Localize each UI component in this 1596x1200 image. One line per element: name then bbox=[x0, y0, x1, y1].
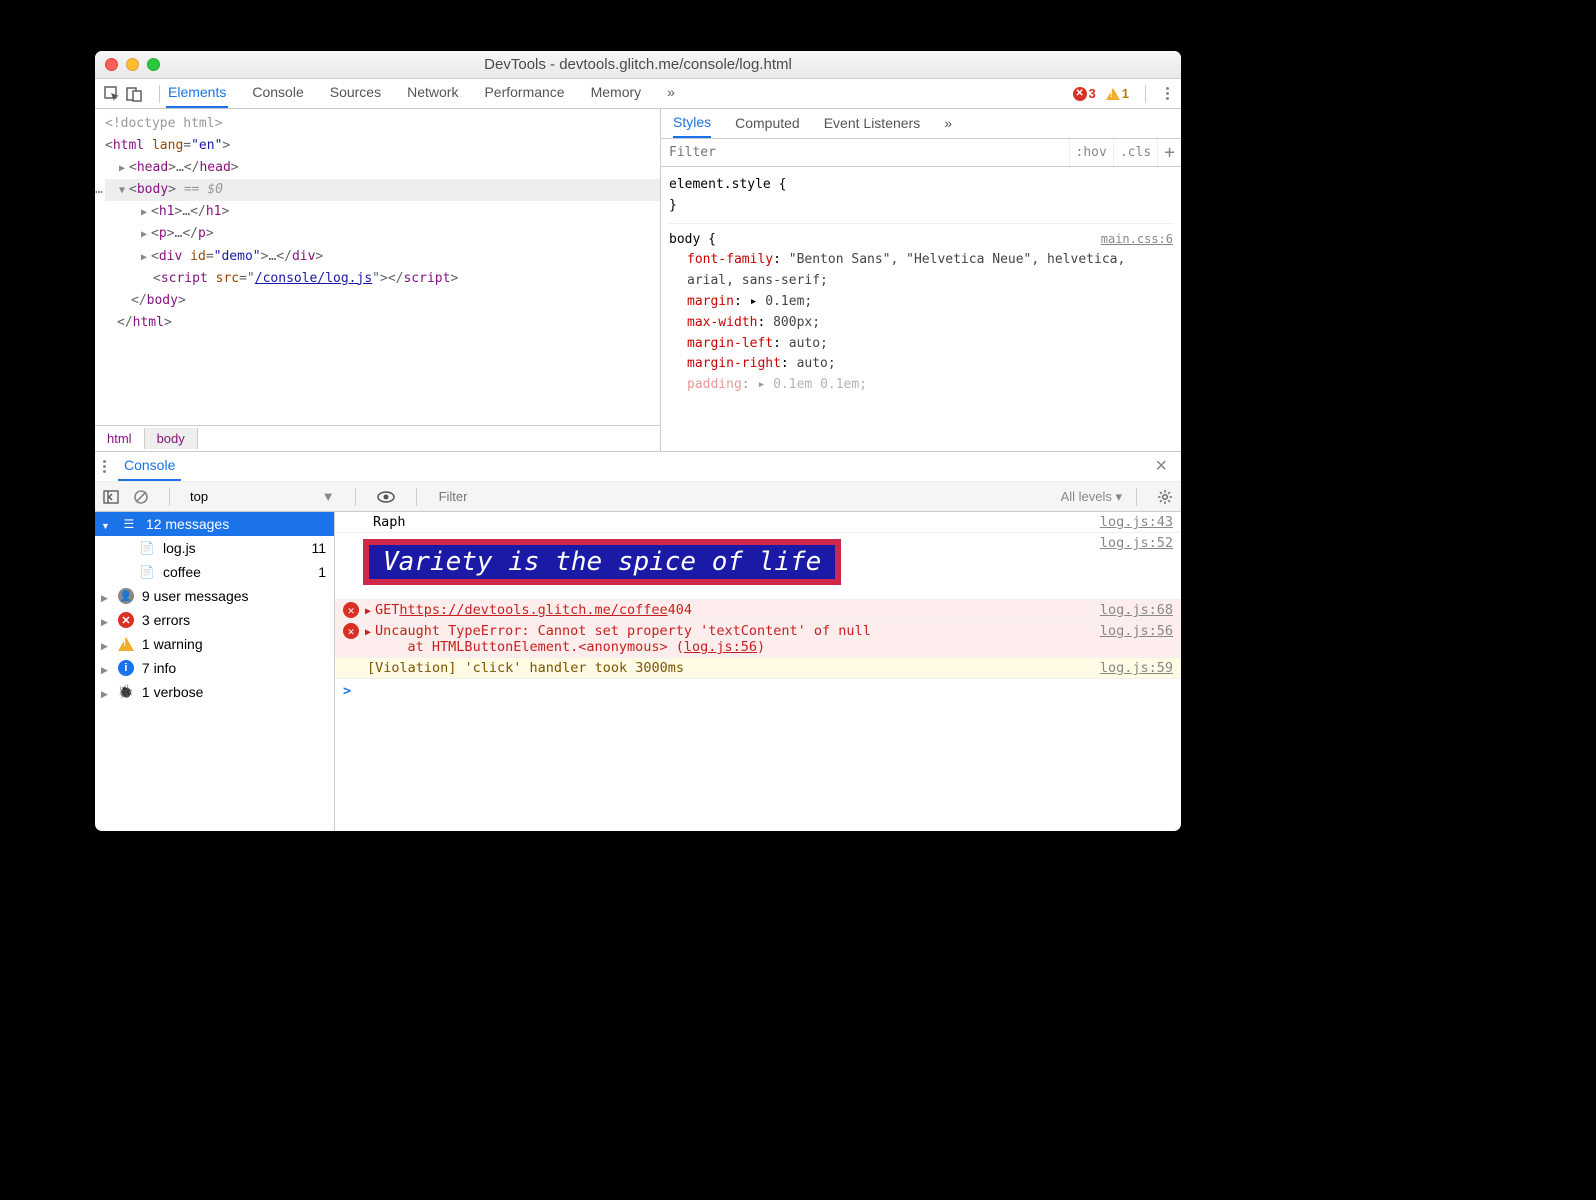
dom-body-close[interactable]: </body> bbox=[105, 290, 660, 312]
toggle-sidebar-icon[interactable] bbox=[103, 490, 119, 504]
sidebar-errors[interactable]: ✕3 errors bbox=[95, 608, 334, 632]
dom-html-close[interactable]: </html> bbox=[105, 312, 660, 334]
context-selector[interactable]: top ▼ bbox=[190, 489, 335, 504]
log-raph[interactable]: Raphlog.js:43 bbox=[335, 512, 1181, 533]
window-titlebar: DevTools - devtools.glitch.me/console/lo… bbox=[95, 51, 1181, 79]
devtools-window: DevTools - devtools.glitch.me/console/lo… bbox=[95, 51, 1181, 831]
live-expression-icon[interactable] bbox=[376, 490, 396, 504]
source-link[interactable]: log.js:68 bbox=[1090, 602, 1173, 618]
source-link[interactable]: log.js:43 bbox=[1090, 514, 1173, 530]
breadcrumb-html[interactable]: html bbox=[95, 428, 145, 449]
breadcrumb-body[interactable]: body bbox=[145, 428, 198, 449]
dom-head[interactable]: <head>…</head> bbox=[105, 157, 660, 179]
css-rules[interactable]: element.style { } main.css:6 body { font… bbox=[661, 167, 1181, 451]
sidebar-all-messages[interactable]: ☰12 messages bbox=[95, 512, 334, 536]
file-icon: 📄 bbox=[139, 564, 155, 580]
styles-filter-input[interactable] bbox=[661, 140, 1069, 166]
elements-panel: <!doctype html> <html lang="en"> <head>…… bbox=[95, 109, 661, 451]
main-toolbar: Elements Console Sources Network Perform… bbox=[95, 79, 1181, 109]
dom-script[interactable]: <script src="/console/log.js"></script> bbox=[105, 268, 660, 290]
error-icon: ✕ bbox=[118, 612, 134, 628]
inspect-element-icon[interactable] bbox=[103, 85, 121, 103]
console-drawer: Console × top ▼ All levels ▾ ☰12 message… bbox=[95, 451, 1181, 831]
settings-menu-icon[interactable] bbox=[1162, 83, 1173, 104]
user-icon: 👤 bbox=[118, 588, 134, 604]
tab-memory[interactable]: Memory bbox=[589, 79, 644, 108]
bug-icon bbox=[118, 684, 134, 700]
log-error-uncaught[interactable]: ✕Uncaught TypeError: Cannot set property… bbox=[335, 621, 1181, 658]
styles-panel: Styles Computed Event Listeners » :hov .… bbox=[661, 109, 1181, 451]
dom-div-demo[interactable]: <div id="demo">…</div> bbox=[105, 246, 660, 268]
main-tabs: Elements Console Sources Network Perform… bbox=[166, 79, 1073, 108]
sidebar-user-messages[interactable]: 👤9 user messages bbox=[95, 584, 334, 608]
console-messages[interactable]: Raphlog.js:43 Variety is the spice of li… bbox=[335, 512, 1181, 831]
file-icon: 📄 bbox=[139, 540, 155, 556]
tab-console[interactable]: Console bbox=[250, 79, 305, 108]
console-sidebar: ☰12 messages 📄log.js11 📄coffee1 👤9 user … bbox=[95, 512, 335, 831]
sidebar-file-logjs[interactable]: 📄log.js11 bbox=[95, 536, 334, 560]
window-title: DevTools - devtools.glitch.me/console/lo… bbox=[95, 56, 1181, 73]
tabs-overflow[interactable]: » bbox=[665, 79, 677, 108]
tab-performance[interactable]: Performance bbox=[482, 79, 566, 108]
styles-tab-computed[interactable]: Computed bbox=[735, 111, 800, 137]
console-drawer-tab[interactable]: Console bbox=[118, 453, 181, 481]
new-style-button[interactable]: + bbox=[1157, 139, 1181, 166]
clear-console-icon[interactable] bbox=[133, 489, 149, 505]
warning-count-badge[interactable]: 1 bbox=[1106, 86, 1129, 101]
sidebar-warnings[interactable]: 1 warning bbox=[95, 632, 334, 656]
error-icon: ✕ bbox=[343, 623, 359, 639]
dom-p[interactable]: <p>…</p> bbox=[105, 223, 660, 245]
source-link[interactable]: log.js:56 bbox=[1090, 623, 1173, 655]
styles-tab-styles[interactable]: Styles bbox=[673, 110, 711, 138]
cls-button[interactable]: .cls bbox=[1113, 139, 1157, 166]
source-link[interactable]: main.css:6 bbox=[1101, 230, 1173, 249]
styled-log: Variety is the spice of life bbox=[363, 539, 841, 585]
source-link[interactable]: log.js:52 bbox=[1090, 535, 1173, 591]
info-icon: i bbox=[118, 660, 134, 676]
log-variety[interactable]: Variety is the spice of life log.js:52 bbox=[335, 533, 1181, 600]
log-levels-selector[interactable]: All levels ▾ bbox=[1061, 489, 1122, 505]
toggle-device-icon[interactable] bbox=[125, 85, 143, 103]
list-icon: ☰ bbox=[120, 516, 138, 532]
console-body: ☰12 messages 📄log.js11 📄coffee1 👤9 user … bbox=[95, 512, 1181, 831]
element-style-rule[interactable]: element.style { } bbox=[669, 173, 1173, 224]
sidebar-info[interactable]: i7 info bbox=[95, 656, 334, 680]
tab-sources[interactable]: Sources bbox=[328, 79, 383, 108]
dom-html-open[interactable]: <html lang="en"> bbox=[105, 135, 660, 157]
breadcrumb: html body bbox=[95, 425, 660, 451]
hov-button[interactable]: :hov bbox=[1069, 139, 1113, 166]
sidebar-verbose[interactable]: 1 verbose bbox=[95, 680, 334, 704]
styles-tabs-overflow[interactable]: » bbox=[944, 111, 952, 137]
drawer-menu-icon[interactable] bbox=[99, 456, 110, 477]
dom-tree[interactable]: <!doctype html> <html lang="en"> <head>…… bbox=[95, 109, 660, 425]
error-icon: ✕ bbox=[343, 602, 359, 618]
sidebar-file-coffee[interactable]: 📄coffee1 bbox=[95, 560, 334, 584]
warning-icon bbox=[118, 637, 134, 651]
console-settings-icon[interactable] bbox=[1157, 489, 1173, 505]
styles-tabs: Styles Computed Event Listeners » bbox=[661, 109, 1181, 139]
error-count-badge[interactable]: ✕3 bbox=[1073, 86, 1096, 101]
source-link[interactable]: log.js:59 bbox=[1090, 660, 1173, 676]
main-panels: <!doctype html> <html lang="en"> <head>…… bbox=[95, 109, 1181, 451]
body-rule[interactable]: main.css:6 body { font-family: "Benton S… bbox=[669, 228, 1173, 402]
close-drawer-icon[interactable]: × bbox=[1145, 455, 1177, 478]
console-filter-input[interactable] bbox=[437, 487, 1047, 506]
dom-h1[interactable]: <h1>…</h1> bbox=[105, 201, 660, 223]
tab-network[interactable]: Network bbox=[405, 79, 460, 108]
styles-filter-bar: :hov .cls + bbox=[661, 139, 1181, 167]
console-prompt[interactable]: > bbox=[335, 679, 1181, 703]
console-toolbar: top ▼ All levels ▾ bbox=[95, 482, 1181, 512]
styles-tab-listeners[interactable]: Event Listeners bbox=[824, 111, 921, 137]
dom-body-selected[interactable]: <body> == $0 bbox=[105, 179, 660, 201]
tab-elements[interactable]: Elements bbox=[166, 79, 228, 108]
log-error-404[interactable]: ✕GET https://devtools.glitch.me/coffee 4… bbox=[335, 600, 1181, 621]
console-drawer-header: Console × bbox=[95, 452, 1181, 482]
log-violation[interactable]: [Violation] 'click' handler took 3000msl… bbox=[335, 658, 1181, 679]
dom-doctype[interactable]: <!doctype html> bbox=[105, 113, 660, 135]
